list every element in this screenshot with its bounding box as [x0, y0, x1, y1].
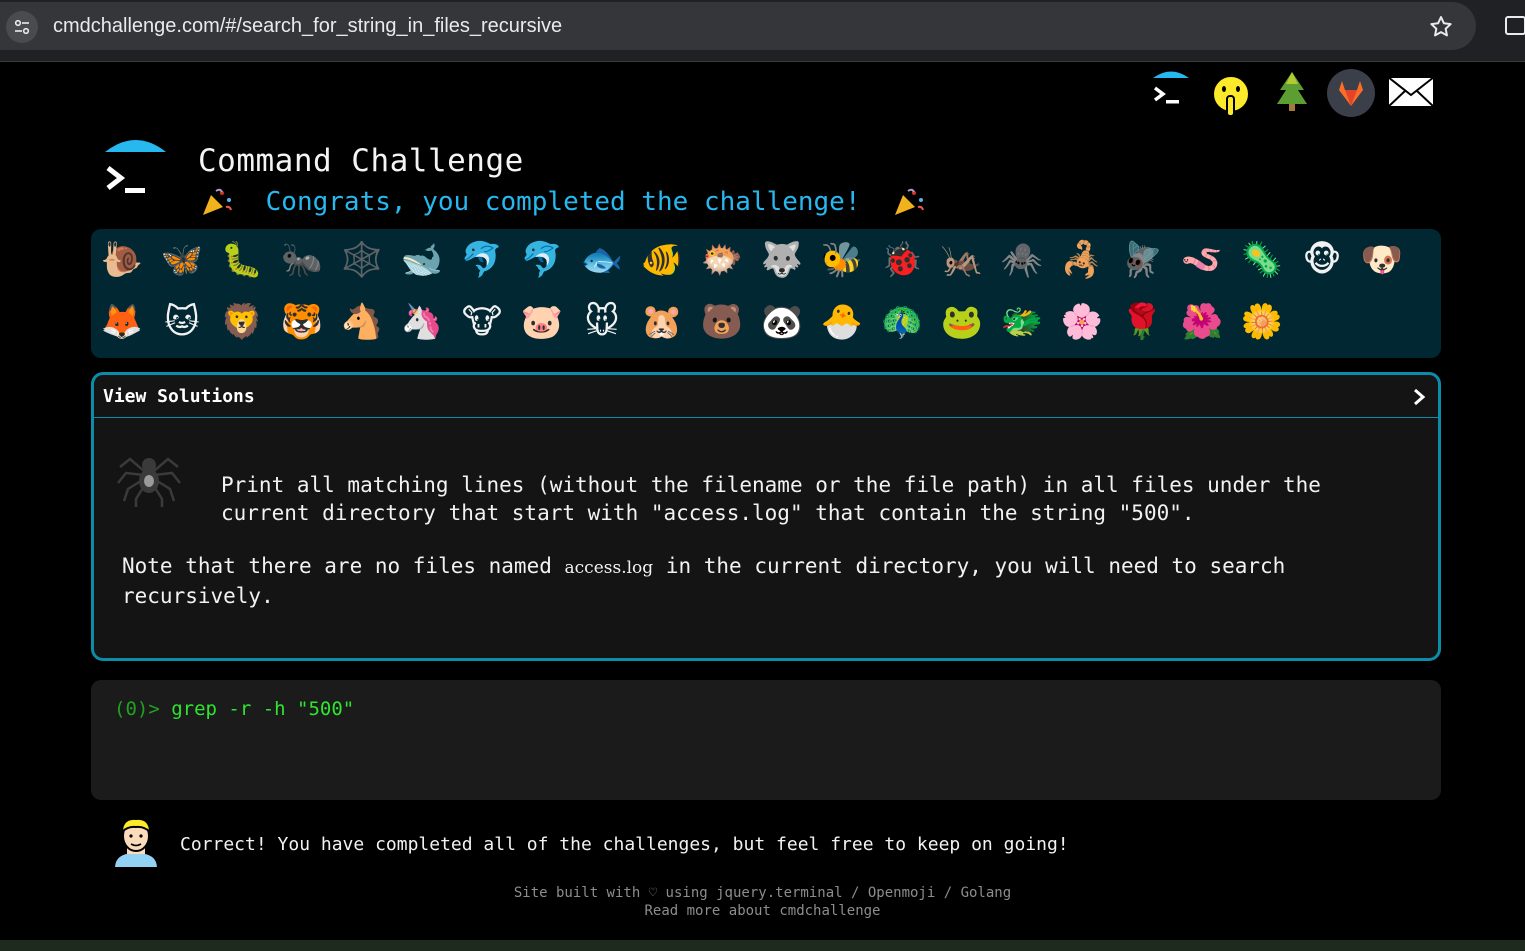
badge-emoji: 🐝 — [820, 240, 864, 280]
badge-emoji: 🦠 — [1240, 240, 1284, 280]
solutions-panel: View Solutions Print all matching lines … — [91, 372, 1441, 661]
view-solutions-label: View Solutions — [103, 386, 255, 407]
badge-emoji: 🕷️ — [1000, 240, 1044, 280]
badge-emoji: 🐱 — [164, 302, 200, 342]
badge-emoji: 🐵 — [1302, 240, 1342, 280]
badge-collection: 🐌 🦋 🐛 🐜 🕸️ 🐋 🐬 🐬 🐟 🐠 🐡 🐺 🐝 🐞 🦗 🕷️ 🦂 🪰 🪱 🦠 🐵 🐶 🦊 🐱 🦁 🐯 🐴 🦄 🐮 🐷 🐭 🐹 🐻 🐼 🐣 🦚 🐸 🐲… — [91, 229, 1441, 358]
footer-read-more-link[interactable]: Read more about cmdchallenge — [0, 903, 1525, 919]
party-popper-icon — [203, 188, 232, 215]
badge-emoji: 🦂 — [1060, 240, 1104, 280]
page-title: Command Challenge — [198, 143, 524, 179]
badge-emoji: 🌺 — [1180, 302, 1224, 342]
badge-emoji: 🐛 — [220, 240, 264, 280]
mail-envelope-icon[interactable] — [1386, 74, 1436, 110]
evergreen-tree-icon[interactable] — [1274, 70, 1310, 112]
badge-emoji: 🐭 — [584, 302, 620, 342]
site-info-icon[interactable] — [6, 11, 38, 43]
party-popper-icon — [895, 188, 925, 215]
terminal-command[interactable]: grep -r -h "500" — [171, 698, 354, 720]
gitlab-icon[interactable] — [1326, 68, 1376, 118]
badge-emoji: 🐸 — [940, 302, 984, 342]
terminal-prompt-line[interactable]: (0)> grep -r -h "500" — [114, 698, 354, 720]
badge-emoji: 🐋 — [400, 240, 444, 280]
spider-icon — [117, 457, 181, 507]
person-avatar-icon — [112, 817, 160, 868]
badge-emoji: 🐴 — [340, 302, 384, 342]
badge-emoji: 🌹 — [1120, 302, 1164, 342]
badge-emoji: 🐠 — [640, 240, 684, 280]
badge-emoji: 🐬 — [460, 240, 504, 280]
badge-emoji: 🐷 — [520, 302, 564, 342]
badge-emoji: 🕸️ — [340, 240, 384, 280]
badge-emoji: 🐯 — [280, 302, 324, 342]
site-logo-icon[interactable] — [100, 134, 172, 206]
footer-credits: Site built with ♡ using jquery.terminal … — [513, 885, 1012, 901]
challenge-note: Note that there are no files named acces… — [122, 552, 1372, 610]
badge-emoji: 🐣 — [820, 302, 864, 342]
badge-emoji: 🐌 — [100, 240, 144, 280]
extensions-icon[interactable] — [1503, 12, 1525, 38]
badge-emoji: 🦚 — [880, 302, 924, 342]
terminal[interactable]: (0)> grep -r -h "500" — [91, 680, 1441, 800]
badge-emoji: 🐹 — [640, 302, 684, 342]
badge-emoji: 🌼 — [1240, 302, 1284, 342]
badge-emoji: 🪱 — [1180, 240, 1224, 280]
badge-emoji: 🐶 — [1360, 240, 1404, 280]
badge-emoji: 🐻 — [700, 302, 744, 342]
note-code: access.log — [564, 558, 654, 578]
congrats-banner: Congrats, you completed the challenge! — [200, 186, 926, 217]
cmdchallenge-logo-icon[interactable] — [1148, 68, 1194, 112]
challenge-description: Print all matching lines (without the fi… — [221, 473, 1321, 525]
badge-emoji: 🦄 — [400, 302, 444, 342]
badge-emoji: 🪰 — [1120, 240, 1164, 280]
badge-emoji: 🐬 — [520, 240, 564, 280]
badge-emoji: 🐲 — [1000, 302, 1044, 342]
shushing-face-icon[interactable] — [1210, 72, 1252, 120]
badge-emoji: 🦊 — [100, 302, 144, 342]
badge-emoji: 🐼 — [760, 302, 804, 342]
badge-emoji: 🐟 — [580, 240, 624, 280]
badge-emoji: 🐞 — [880, 240, 924, 280]
browser-toolbar: cmdchallenge.com/#/search_for_string_in_… — [0, 0, 1525, 62]
result-message: Correct! You have completed all of the c… — [180, 834, 1069, 855]
badge-emoji: 🐺 — [760, 240, 804, 280]
note-text-before: Note that there are no files named — [122, 554, 565, 578]
url-text[interactable]: cmdchallenge.com/#/search_for_string_in_… — [53, 15, 562, 38]
badge-emoji: 🦗 — [940, 240, 984, 280]
badge-emoji: 🐮 — [461, 302, 503, 342]
badge-emoji: 🦁 — [220, 302, 264, 342]
address-bar[interactable]: cmdchallenge.com/#/search_for_string_in_… — [0, 2, 1476, 50]
badge-emoji: 🌸 — [1060, 302, 1104, 342]
taskbar-edge — [0, 940, 1525, 951]
badge-emoji: 🐜 — [280, 240, 324, 280]
terminal-prompt: (0)> — [114, 698, 160, 720]
badge-emoji: 🐡 — [700, 240, 744, 280]
bookmark-star-icon[interactable] — [1427, 13, 1455, 41]
chevron-right-icon[interactable] — [1412, 387, 1426, 407]
view-solutions-toggle[interactable]: View Solutions — [94, 375, 1438, 418]
congrats-text: Congrats, you completed the challenge! — [265, 186, 861, 217]
badge-emoji: 🦋 — [160, 240, 204, 280]
